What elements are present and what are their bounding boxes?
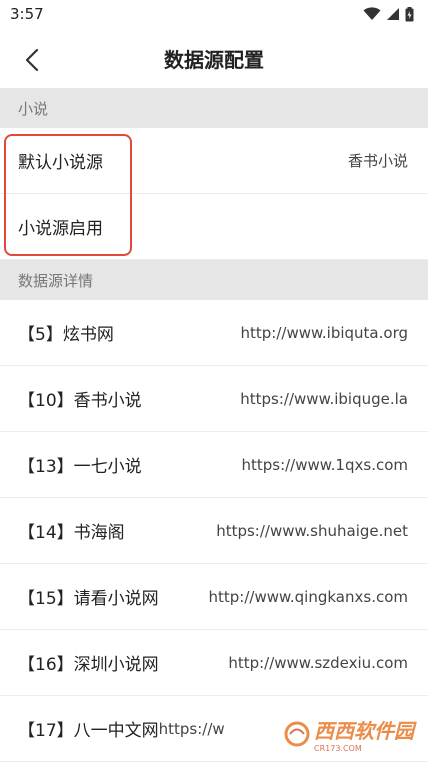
battery-icon (405, 6, 414, 21)
header: 数据源配置 (0, 28, 428, 88)
setting-label: 默认小说源 (18, 153, 103, 173)
status-time: 3:57 (10, 5, 44, 23)
source-url: http://www.qingkanxs.com (208, 587, 408, 606)
settings-group: 默认小说源 香书小说 小说源启用 (0, 128, 428, 260)
source-row[interactable]: 【16】深圳小说网 http://www.szdexiu.com (0, 630, 428, 696)
watermark-brand: 西西软件园 (314, 719, 414, 743)
source-url: https://w (158, 719, 225, 738)
section-header-details: 数据源详情 (0, 260, 428, 300)
status-bar: 3:57 (0, 0, 428, 28)
source-name: 【10】香书小说 (18, 391, 142, 411)
source-name: 【16】深圳小说网 (18, 655, 159, 675)
setting-default-source[interactable]: 默认小说源 香书小说 (0, 128, 428, 194)
source-name: 【13】一七小说 (18, 457, 142, 477)
source-list: 【5】炫书网 http://www.ibiquta.org 【10】香书小说 h… (0, 300, 428, 762)
setting-source-enable[interactable]: 小说源启用 (0, 194, 428, 260)
source-row[interactable]: 【5】炫书网 http://www.ibiquta.org (0, 300, 428, 366)
watermark-domain: CR173.COM (314, 744, 362, 753)
source-name: 【14】书海阁 (18, 523, 125, 543)
back-button[interactable] (14, 42, 50, 78)
source-url: https://www.ibiquge.la (240, 389, 408, 408)
source-name: 【17】八一中文网 (18, 721, 159, 741)
wifi-icon (363, 7, 381, 20)
setting-value: 香书小说 (347, 152, 408, 170)
source-url: http://www.ibiquta.org (240, 323, 408, 342)
status-icons (363, 6, 414, 22)
chevron-left-icon (25, 48, 39, 72)
watermark-logo-icon (284, 721, 310, 747)
source-name: 【15】请看小说网 (18, 589, 159, 609)
page-title: 数据源配置 (164, 47, 264, 72)
source-name: 【5】炫书网 (18, 325, 114, 345)
source-url: https://www.shuhaige.net (216, 521, 408, 540)
source-row[interactable]: 【15】请看小说网 http://www.qingkanxs.com (0, 564, 428, 630)
watermark: 西西软件园 CR173.COM (284, 715, 414, 753)
source-url: https://www.1qxs.com (241, 455, 408, 474)
source-row[interactable]: 【10】香书小说 https://www.ibiquge.la (0, 366, 428, 432)
source-row[interactable]: 【14】书海阁 https://www.shuhaige.net (0, 498, 428, 564)
source-row[interactable]: 【13】一七小说 https://www.1qxs.com (0, 432, 428, 498)
source-url: http://www.szdexiu.com (228, 653, 408, 672)
setting-label: 小说源启用 (18, 219, 103, 239)
signal-icon (387, 8, 399, 20)
section-header-novel: 小说 (0, 88, 428, 128)
